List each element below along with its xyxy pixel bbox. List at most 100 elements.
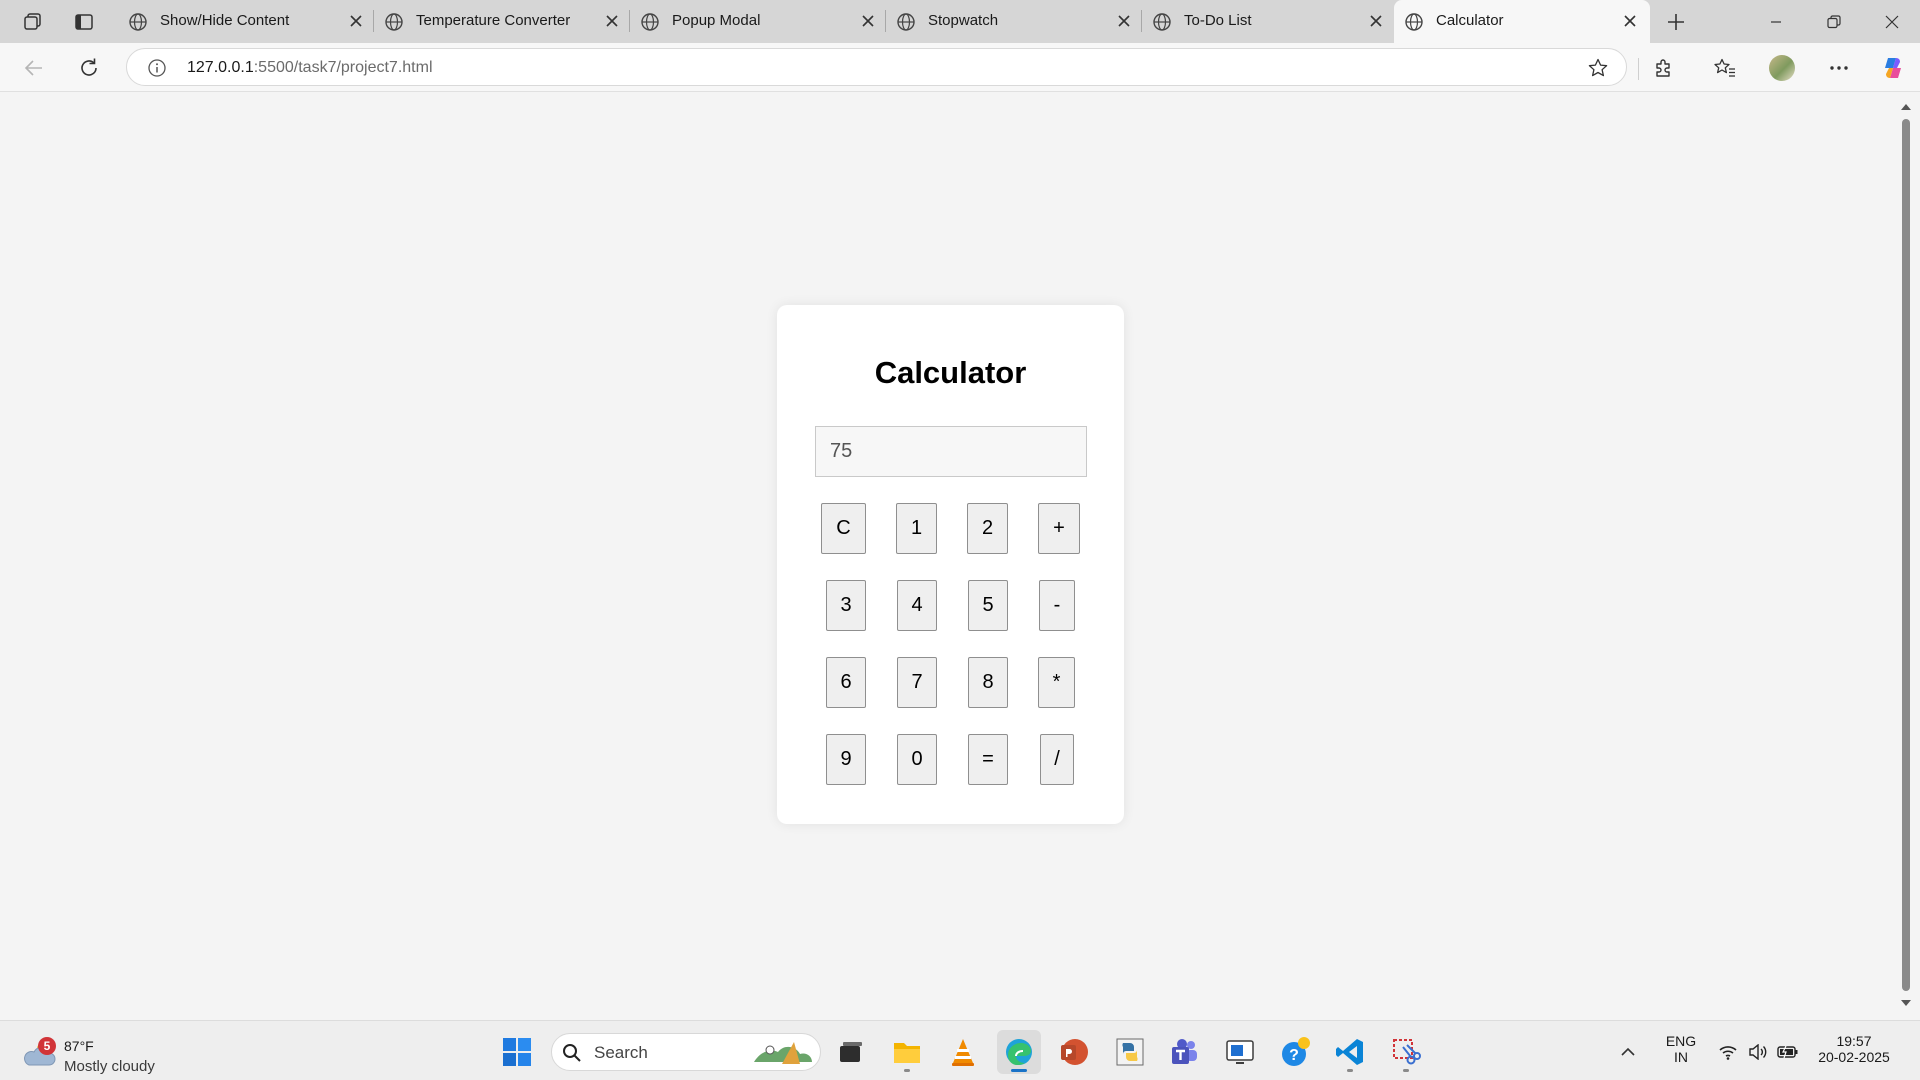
taskbar-search[interactable]: Search [551, 1033, 821, 1071]
globe-icon [128, 12, 148, 36]
address-bar[interactable]: 127.0.0.1:5500/task7/project7.html [126, 48, 1627, 86]
close-icon[interactable] [1620, 11, 1640, 31]
close-icon[interactable] [602, 11, 622, 31]
taskbar: 5 87°F Mostly cloudy Search ? ENG IN 19:… [0, 1020, 1920, 1080]
windows-start-icon[interactable] [495, 1030, 539, 1074]
language-region: IN [1674, 1049, 1688, 1065]
running-indicator [1403, 1069, 1409, 1072]
calculator-display[interactable] [815, 426, 1087, 477]
url-host: 127.0.0.1 [187, 59, 254, 76]
volume-icon[interactable] [1742, 1030, 1774, 1074]
key-6[interactable]: 6 [826, 657, 866, 708]
key-7[interactable]: 7 [897, 657, 937, 708]
key-1[interactable]: 1 [896, 503, 937, 554]
tab-title: Show/Hide Content [160, 12, 290, 29]
running-indicator [1347, 1069, 1353, 1072]
puzzle-icon[interactable] [1648, 52, 1680, 84]
tab-actions-icon[interactable] [70, 8, 98, 36]
key-multiply[interactable]: * [1038, 657, 1075, 708]
edge-browser-icon[interactable] [997, 1030, 1041, 1074]
key-clear[interactable]: C [821, 503, 866, 554]
toolbar-divider [1638, 58, 1639, 80]
weather-widget[interactable]: 5 87°F Mostly cloudy [20, 1033, 170, 1075]
more-icon[interactable] [1823, 52, 1855, 84]
scrollbar-thumb[interactable] [1902, 119, 1910, 991]
tab-title: Popup Modal [672, 12, 761, 29]
key-3[interactable]: 3 [826, 580, 866, 631]
key-8[interactable]: 8 [968, 657, 1008, 708]
calculator-card: Calculator C 1 2 + 3 4 5 - 6 7 8 * 9 0 =… [777, 305, 1124, 824]
vlc-icon[interactable] [941, 1030, 985, 1074]
key-equals[interactable]: = [968, 734, 1008, 785]
vscode-icon[interactable] [1328, 1030, 1372, 1074]
weather-alert-badge: 5 [38, 1037, 56, 1055]
search-label: Search [594, 1043, 648, 1062]
minimize-icon[interactable] [1748, 0, 1804, 43]
key-4[interactable]: 4 [897, 580, 937, 631]
refresh-icon[interactable] [73, 52, 105, 84]
running-indicator [904, 1069, 910, 1072]
scroll-up-icon[interactable] [1900, 101, 1912, 113]
close-icon[interactable] [1114, 11, 1134, 31]
python-idle-icon[interactable] [1108, 1030, 1152, 1074]
powerpoint-icon[interactable] [1052, 1030, 1096, 1074]
chevron-up-icon[interactable] [1611, 1030, 1645, 1074]
address-url[interactable]: 127.0.0.1:5500/task7/project7.html [187, 59, 433, 77]
tab-title: Calculator [1436, 12, 1504, 29]
close-icon[interactable] [346, 11, 366, 31]
page-scrollbar[interactable] [1896, 93, 1916, 1017]
tab-title: Temperature Converter [416, 12, 571, 29]
close-icon[interactable] [1366, 11, 1386, 31]
workspaces-icon[interactable] [19, 8, 47, 36]
key-5[interactable]: 5 [968, 580, 1008, 631]
battery-icon[interactable] [1772, 1030, 1804, 1074]
back-arrow-icon[interactable] [18, 52, 50, 84]
scroll-down-icon[interactable] [1900, 997, 1912, 1009]
tab-strip: Show/Hide Content Temperature Converter … [0, 0, 1920, 43]
search-icon [562, 1043, 582, 1068]
favorites-icon[interactable] [1709, 52, 1741, 84]
globe-icon [1152, 12, 1172, 36]
tab-calculator[interactable]: Calculator [1394, 0, 1650, 43]
key-0[interactable]: 0 [897, 734, 937, 785]
globe-icon [640, 12, 660, 36]
star-icon[interactable] [1587, 57, 1609, 84]
language-code: ENG [1665, 1033, 1697, 1049]
task-view-icon[interactable] [829, 1030, 873, 1074]
tab-title: To-Do List [1184, 12, 1252, 29]
tab-temperature-converter[interactable]: Temperature Converter [374, 0, 626, 43]
clock[interactable]: 19:57 20-02-2025 [1812, 1033, 1896, 1065]
globe-icon [384, 12, 404, 36]
key-9[interactable]: 9 [826, 734, 866, 785]
close-window-icon[interactable] [1864, 0, 1920, 43]
running-indicator [1011, 1069, 1027, 1072]
copilot-icon[interactable] [1877, 52, 1909, 84]
snipping-tool-icon[interactable] [1384, 1030, 1428, 1074]
key-divide[interactable]: / [1040, 734, 1074, 785]
key-minus[interactable]: - [1039, 580, 1075, 631]
file-explorer-icon[interactable] [885, 1030, 929, 1074]
remote-desktop-icon[interactable] [1218, 1030, 1262, 1074]
tab-popup-modal[interactable]: Popup Modal [630, 0, 882, 43]
restore-icon[interactable] [1806, 0, 1862, 43]
get-help-icon[interactable]: ? [1274, 1030, 1318, 1074]
tab-title: Stopwatch [928, 12, 999, 29]
teams-icon[interactable] [1162, 1030, 1206, 1074]
tab-show-hide-content[interactable]: Show/Hide Content [118, 0, 370, 43]
url-path: :5500/task7/project7.html [253, 59, 433, 76]
avatar[interactable] [1769, 55, 1795, 81]
plus-icon[interactable] [1662, 8, 1690, 36]
key-2[interactable]: 2 [967, 503, 1008, 554]
svg-text:?: ? [1289, 1047, 1299, 1064]
key-plus[interactable]: + [1038, 503, 1080, 554]
globe-icon [1404, 12, 1424, 36]
tab-to-do-list[interactable]: To-Do List [1142, 0, 1394, 43]
weather-condition: Mostly cloudy [64, 1058, 155, 1075]
wifi-icon[interactable] [1712, 1030, 1744, 1074]
language-indicator[interactable]: ENG IN [1662, 1033, 1700, 1065]
globe-icon [896, 12, 916, 36]
tab-stopwatch[interactable]: Stopwatch [886, 0, 1138, 43]
close-icon[interactable] [858, 11, 878, 31]
info-icon[interactable] [147, 58, 167, 83]
browser-toolbar: 127.0.0.1:5500/task7/project7.html [0, 43, 1920, 92]
